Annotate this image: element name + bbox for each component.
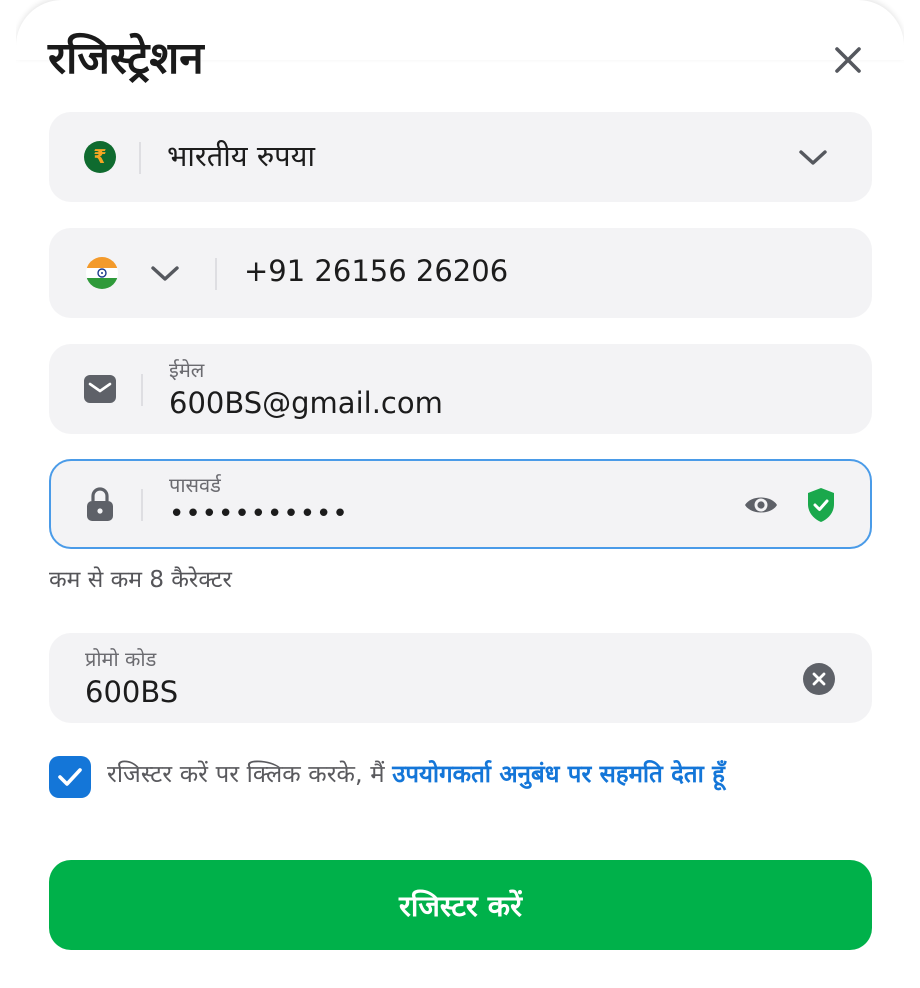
user-agreement-link[interactable]: उपयोगकर्ता अनुबंध पर सहमति देता हूँ bbox=[392, 760, 725, 788]
promo-code-value[interactable]: 600BS bbox=[85, 675, 178, 709]
agreement-prefix: रजिस्टर करें पर क्लिक करके, मैं bbox=[107, 760, 393, 788]
country-code-dropdown[interactable] bbox=[147, 256, 183, 292]
envelope-icon bbox=[83, 372, 117, 406]
email-value[interactable]: 600BS@gmail.com bbox=[169, 386, 443, 420]
divider bbox=[215, 258, 217, 290]
phone-field[interactable]: +91 26156 26206 bbox=[49, 228, 872, 318]
chevron-down-icon bbox=[151, 266, 179, 281]
shield-check-icon bbox=[808, 488, 834, 522]
phone-value[interactable]: +91 26156 26206 bbox=[244, 254, 508, 288]
clear-promo-button[interactable] bbox=[801, 661, 837, 697]
password-value[interactable]: ••••••••••• bbox=[169, 499, 349, 529]
currency-value: भारतीय रुपया bbox=[167, 139, 315, 173]
close-button[interactable] bbox=[826, 38, 870, 82]
agreement-checkbox[interactable] bbox=[49, 756, 91, 798]
rupee-symbol: ₹ bbox=[93, 146, 107, 168]
rupee-icon: ₹ bbox=[83, 140, 117, 174]
agreement-text: रजिस्टर करें पर क्लिक करके, मैं उपयोगकर्… bbox=[107, 758, 887, 790]
currency-select[interactable]: ₹ भारतीय रुपया bbox=[49, 112, 872, 202]
promo-code-label: प्रोमो कोड bbox=[85, 647, 157, 671]
password-strength-indicator bbox=[801, 485, 841, 525]
page-title: रजिस्ट्रेशन bbox=[48, 33, 204, 84]
divider bbox=[141, 489, 143, 521]
promo-code-field[interactable]: प्रोमो कोड 600BS bbox=[49, 633, 872, 723]
password-helper-text: कम से कम 8 कैरेक्टर bbox=[49, 567, 232, 593]
eye-icon bbox=[745, 497, 777, 513]
password-label: पासवर्ड bbox=[169, 473, 221, 497]
checkmark-icon bbox=[58, 768, 82, 786]
email-label: ईमेल bbox=[169, 358, 205, 382]
password-field[interactable]: पासवर्ड ••••••••••• bbox=[49, 459, 872, 549]
show-password-button[interactable] bbox=[741, 485, 781, 525]
divider bbox=[141, 374, 143, 406]
clear-icon bbox=[803, 663, 835, 695]
currency-dropdown-toggle[interactable] bbox=[795, 140, 831, 176]
chevron-down-icon bbox=[799, 150, 827, 165]
close-icon bbox=[835, 47, 861, 73]
lock-icon bbox=[83, 487, 117, 521]
india-flag-icon bbox=[85, 256, 119, 290]
email-field[interactable]: ईमेल 600BS@gmail.com bbox=[49, 344, 872, 434]
divider bbox=[139, 142, 141, 174]
register-button[interactable]: रजिस्टर करें bbox=[49, 860, 872, 950]
registration-sheet: रजिस्ट्रेशन ₹ भारतीय रुपया +91 26156 262… bbox=[16, 0, 904, 988]
